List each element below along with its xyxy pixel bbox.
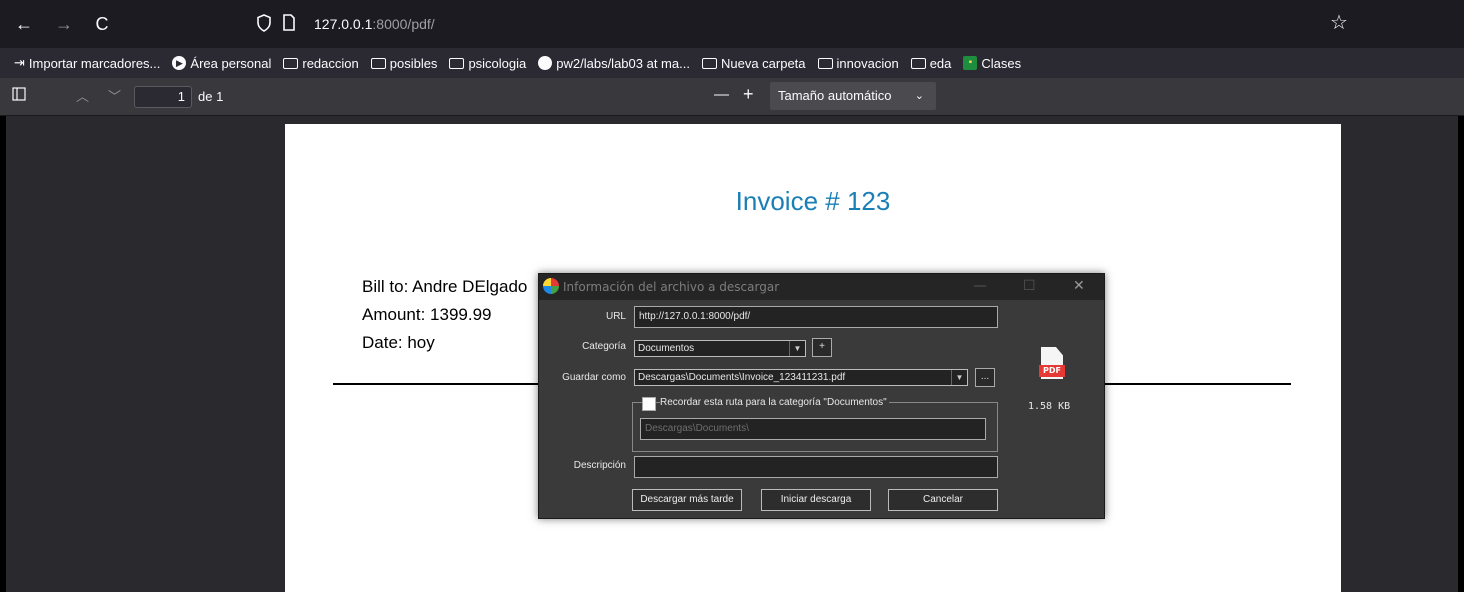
bookmark-item[interactable]: innovacion <box>817 55 899 71</box>
browse-button[interactable]: ... <box>975 368 995 387</box>
bookmark-item[interactable]: psicologia <box>449 56 526 71</box>
reload-button[interactable]: C <box>90 12 114 36</box>
close-button[interactable]: ✕ <box>1073 278 1085 294</box>
start-download-button[interactable]: Iniciar descarga <box>761 489 871 511</box>
amount: Amount: 1399.99 <box>362 305 492 324</box>
classroom-icon: ▪ <box>963 56 978 70</box>
pdf-toolbar: ︿ ﹀ 1 de 1 — + Tamaño automático ⌄ <box>0 78 1464 116</box>
save-as-select[interactable]: Descargas\Documents\Invoice_123411231.pd… <box>634 369 968 386</box>
url-path: :8000/pdf/ <box>372 16 435 32</box>
category-select[interactable]: Documentos ▼ <box>634 340 806 357</box>
chevron-up-icon[interactable]: ︿ <box>76 86 89 105</box>
url-bar[interactable]: 127.0.0.1:8000/pdf/ <box>248 8 1358 40</box>
bookmark-star-icon[interactable]: ☆ <box>1330 10 1348 35</box>
bookmark-label: Área personal <box>190 55 272 71</box>
nav-bar: ← → C 127.0.0.1:8000/pdf/ ☆ <box>0 0 1464 48</box>
zoom-select[interactable]: Tamaño automático ⌄ <box>770 82 936 110</box>
description-field[interactable] <box>634 456 998 478</box>
folder-icon <box>370 57 386 69</box>
save-as-value: Descargas\Documents\Invoice_123411231.pd… <box>638 372 846 383</box>
add-category-button[interactable]: + <box>812 338 832 357</box>
forward-button[interactable]: → <box>52 12 76 36</box>
bookmarks-bar: ⇥ Importar marcadores... ▶ Área personal r… <box>0 48 1464 78</box>
import-icon: ⇥ <box>14 55 25 70</box>
folder-icon <box>701 57 717 69</box>
category-value: Documentos <box>638 343 695 354</box>
chevron-down-icon[interactable]: ﹀ <box>108 86 121 105</box>
back-button[interactable]: ← <box>12 12 36 36</box>
folder-icon <box>817 57 833 69</box>
cancel-button[interactable]: Cancelar <box>888 489 998 511</box>
bookmark-item[interactable]: redaccion <box>283 55 359 71</box>
remember-checkbox[interactable] <box>642 397 656 411</box>
remember-label: Recordar esta ruta para la categoría "Do… <box>660 397 889 408</box>
bookmark-item[interactable]: Nueva carpeta <box>701 55 806 71</box>
bookmark-item[interactable]: eda <box>910 55 952 71</box>
save-as-label: Guardar como <box>562 372 626 383</box>
bookmark-label: posibles <box>389 55 438 71</box>
description-label: Descripción <box>573 460 626 471</box>
bookmark-label: innovacion <box>836 55 899 71</box>
maximize-button[interactable]: ☐ <box>1023 278 1036 294</box>
url-label: URL <box>605 311 626 322</box>
folder-icon <box>449 57 465 69</box>
zoom-value: Tamaño automático <box>778 88 892 103</box>
pdf-file-icon: PDF <box>1039 347 1065 381</box>
file-type: PDF <box>1039 365 1065 377</box>
bill-to: Bill to: Andre DElgado <box>362 277 528 296</box>
remember-path-field: Descargas\Documents\ <box>640 418 986 440</box>
file-size: 1.58 KB <box>1028 401 1071 412</box>
bookmark-item[interactable]: ▪ Clases <box>963 56 1021 71</box>
sidebar-toggle-icon[interactable] <box>12 87 26 104</box>
page-number-input[interactable]: 1 <box>134 86 192 108</box>
folder-icon <box>283 57 299 69</box>
chevron-down-icon: ⌄ <box>914 90 924 102</box>
bookmark-label: Clases <box>981 55 1022 71</box>
url-field[interactable]: http://127.0.0.1:8000/pdf/ <box>634 306 998 328</box>
dot-icon: ▶ <box>172 56 187 70</box>
bookmark-item[interactable]: ▶ Área personal <box>172 56 271 71</box>
page-icon <box>282 14 296 35</box>
zoom-out-button[interactable]: — <box>714 86 729 103</box>
url-text[interactable]: 127.0.0.1:8000/pdf/ <box>314 16 435 32</box>
download-later-button[interactable]: Descargar más tarde <box>632 489 742 511</box>
category-label: Categoría <box>582 341 626 352</box>
screen: ← → C 127.0.0.1:8000/pdf/ ☆ ⇥ Importar ma… <box>0 0 1464 592</box>
bookmark-label: eda <box>929 55 952 71</box>
zoom-in-button[interactable]: + <box>743 84 754 105</box>
chevron-down-icon: ▼ <box>951 370 967 385</box>
bookmark-label: redaccion <box>302 55 359 71</box>
bookmark-label: pw2/labs/lab03 at ma... <box>556 55 690 71</box>
minimize-button[interactable]: — <box>973 278 987 294</box>
date: Date: hoy <box>362 333 435 352</box>
bookmark-item[interactable]: ⇥ Importar marcadores... <box>14 55 160 71</box>
bookmark-item[interactable]: posibles <box>370 55 438 71</box>
github-icon <box>538 56 553 70</box>
bookmark-label: Nueva carpeta <box>720 55 806 71</box>
shield-icon[interactable] <box>256 14 272 37</box>
bookmark-label: psicologia <box>468 55 527 71</box>
url-host: 127.0.0.1 <box>314 16 373 32</box>
bookmark-item[interactable]: pw2/labs/lab03 at ma... <box>538 56 690 71</box>
idm-logo-icon <box>543 278 559 294</box>
page-total: de 1 <box>198 89 224 104</box>
chevron-down-icon: ▼ <box>789 341 805 356</box>
bookmark-label: Importar marcadores... <box>28 55 161 71</box>
folder-icon <box>910 57 926 69</box>
dialog-title: Información del archivo a descargar <box>563 280 780 294</box>
invoice-title: Invoice # 123 <box>735 186 891 216</box>
dialog-titlebar[interactable]: Información del archivo a descargar — ☐ … <box>539 274 1104 300</box>
